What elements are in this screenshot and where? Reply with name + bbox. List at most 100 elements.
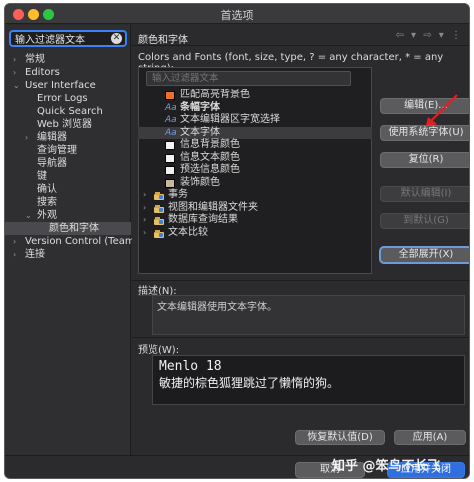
tree-item-label: 查询管理	[37, 145, 77, 156]
font-icon: Aa	[165, 115, 177, 125]
tree-item[interactable]: 颜色和字体	[5, 222, 131, 235]
list-item-label: 信息文本颜色	[180, 151, 240, 163]
divider	[132, 280, 469, 281]
filter-field[interactable]: ✕	[9, 30, 127, 47]
chevron-right-icon[interactable]: ›	[143, 189, 146, 202]
tree-item[interactable]: 搜索	[5, 196, 131, 209]
focus-ring	[379, 246, 469, 264]
category-folder-icon	[154, 204, 164, 213]
list-item[interactable]: 信息文本颜色	[138, 152, 372, 165]
chevron-right-icon[interactable]: ›	[13, 248, 16, 261]
description-box: 文本编辑器使用文本字体。	[152, 295, 465, 335]
list-item-label: 文本编辑器区字宽选择	[180, 114, 280, 125]
color-swatch-icon	[165, 178, 175, 188]
window-title: 首选项	[220, 9, 254, 22]
tree-item[interactable]: › 连接	[5, 248, 131, 261]
color-swatch-icon	[165, 153, 175, 163]
tree-item[interactable]: 键	[5, 170, 131, 183]
chevron-down-icon[interactable]: ⌄	[13, 79, 20, 92]
use-system-font-button[interactable]: 使用系统字体(U)	[380, 125, 469, 141]
tree-item[interactable]: 确认	[5, 183, 131, 196]
tree-item[interactable]: Error Logs	[5, 92, 131, 105]
chevron-right-icon[interactable]: ›	[13, 53, 16, 66]
list-item[interactable]: › 数据库查询结果	[138, 214, 372, 227]
divider	[132, 45, 469, 46]
tree-item-label: 搜索	[37, 197, 57, 208]
tree-item-label: Quick Search	[37, 106, 103, 117]
apply-label: 应用(A)	[412, 432, 448, 443]
tree-item[interactable]: ⌄ User Interface	[5, 79, 131, 92]
chevron-right-icon[interactable]: ›	[13, 66, 16, 79]
clear-filter-icon[interactable]: ✕	[111, 33, 122, 44]
list-item[interactable]: 装饰颜色	[138, 177, 372, 190]
restore-defaults-button[interactable]: 恢复默认值(D)	[295, 430, 385, 445]
preview-box: Menlo 18 敏捷的棕色狐狸跳过了懒惰的狗。	[152, 355, 465, 405]
tree-item-label: Editors	[25, 67, 60, 78]
list-filter-field[interactable]	[146, 71, 351, 86]
tree-item-label: 连接	[25, 249, 45, 260]
chevron-right-icon[interactable]: ›	[143, 214, 146, 227]
chevron-right-icon[interactable]: ›	[143, 227, 146, 240]
filter-input[interactable]	[15, 32, 107, 45]
tree-item-label: 导航器	[37, 158, 67, 169]
list-item[interactable]: Aa 文本编辑器区字宽选择	[138, 114, 372, 127]
list-item[interactable]: 预选信息颜色	[138, 164, 372, 177]
tree-item[interactable]: 导航器	[5, 157, 131, 170]
tree-item[interactable]: › Version Control (Team)	[5, 235, 139, 248]
tree-item[interactable]: › Editors	[5, 66, 131, 79]
edit-default-button[interactable]: 默认编辑(I)	[380, 186, 469, 202]
use-system-font-label: 使用系统字体(U)	[388, 127, 464, 138]
chevron-right-icon[interactable]: ›	[143, 202, 146, 215]
navigation-arrows-icon[interactable]: ⇦ ▾ ⇨ ▾ ⋮	[395, 30, 463, 41]
chevron-down-icon[interactable]: ⌄	[25, 209, 32, 222]
preview-font-name: Menlo 18	[159, 359, 222, 374]
tree-item-label: Web 浏览器	[37, 119, 92, 130]
tree-item[interactable]: Web 浏览器	[5, 118, 131, 131]
tree-item[interactable]: ⌄ 外观	[5, 209, 131, 222]
reset-label: 复位(R)	[408, 154, 444, 165]
title-bar: 首选项	[5, 4, 469, 24]
tree-item-label: Error Logs	[37, 93, 88, 104]
colors-fonts-items: 匹配高亮背景色 Aa 条幅字体 Aa 文本编辑器区字宽选择 Aa 文本字体 信息背景颜色 信息文…	[138, 89, 372, 273]
list-item[interactable]: › 事务	[138, 189, 372, 202]
list-item[interactable]: › 视图和编辑器文件夹	[138, 202, 372, 215]
watermark-text: 知乎 @笨鸟不长飞	[332, 459, 441, 474]
list-filter-input[interactable]	[147, 72, 350, 85]
list-item[interactable]: 信息背景颜色	[138, 139, 372, 152]
color-swatch-icon	[165, 166, 175, 175]
list-item-label: 视图和编辑器文件夹	[168, 201, 258, 213]
list-item-label: 事务	[168, 189, 188, 200]
go-to-default-button[interactable]: 到默认(G)	[380, 213, 469, 229]
chevron-right-icon[interactable]: ›	[13, 235, 16, 248]
tree-item[interactable]: 查询管理	[5, 144, 131, 157]
list-item-label: 匹配高亮背景色	[180, 89, 250, 100]
list-item[interactable]: Aa 条幅字体	[138, 102, 372, 115]
reset-button[interactable]: 复位(R)	[380, 152, 469, 168]
category-folder-icon	[154, 216, 164, 225]
divider	[132, 337, 469, 338]
tree-item[interactable]: Quick Search	[5, 105, 131, 118]
apply-button[interactable]: 应用(A)	[394, 430, 466, 445]
category-folder-icon	[154, 191, 164, 200]
list-item[interactable]: 匹配高亮背景色	[138, 89, 372, 102]
list-item-label: 文本比较	[168, 226, 208, 238]
tree-item-label: 外观	[37, 210, 57, 221]
list-item[interactable]: Aa 文本字体	[138, 126, 372, 139]
tree-item[interactable]: › 编辑器	[5, 131, 131, 144]
expand-all-button[interactable]: 全部展开(X)	[379, 246, 469, 264]
go-to-default-label: 到默认(G)	[403, 215, 449, 226]
tree-item[interactable]: › 常规	[5, 53, 131, 66]
preview-sample-text: 敏捷的棕色狐狸跳过了懒惰的狗。	[159, 376, 340, 390]
color-swatch-icon	[165, 141, 175, 150]
color-swatch-icon	[165, 91, 175, 100]
page-title: 颜色和字体	[138, 35, 188, 46]
chevron-right-icon[interactable]: ›	[25, 131, 28, 144]
restore-defaults-label: 恢复默认值(D)	[307, 432, 373, 443]
preview-label: 预览(W):	[138, 345, 180, 356]
tree-item-label: 确认	[37, 184, 57, 195]
list-item[interactable]: › 文本比较	[138, 227, 372, 240]
preferences-window: 首选项 ✕ › 常规 › Editors ⌄ User Interface Error Lo…	[4, 3, 470, 479]
list-item-label: 文本字体	[180, 126, 220, 138]
list-item-label: 装饰颜色	[180, 176, 220, 188]
tree-item-label: 编辑器	[37, 132, 67, 143]
